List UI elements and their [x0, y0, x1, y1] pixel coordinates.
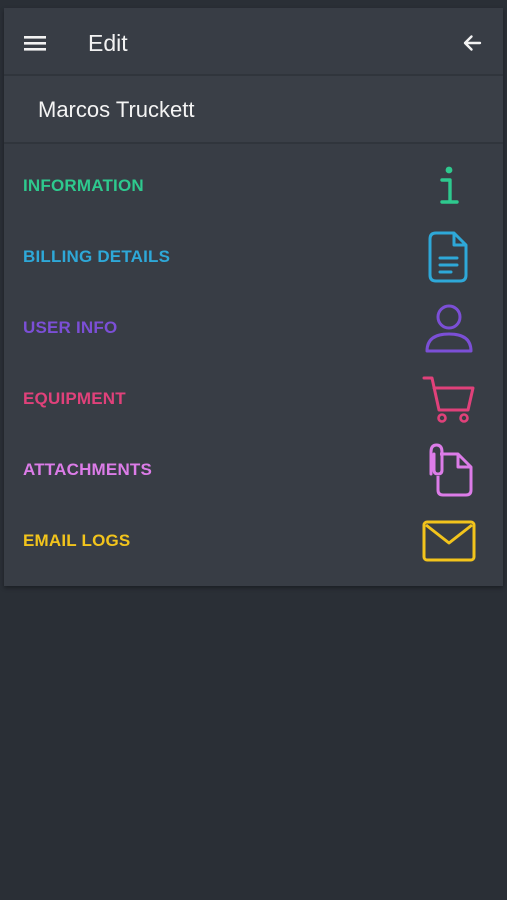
- attachment-icon: [429, 443, 473, 497]
- menu-button[interactable]: [22, 30, 48, 56]
- screen: Edit Marcos Truckett INFORMATION BILLING…: [0, 0, 507, 900]
- document-icon: [428, 231, 468, 283]
- nav-item-information[interactable]: INFORMATION: [4, 150, 503, 221]
- page-title: Edit: [88, 30, 128, 56]
- nav-item-label: INFORMATION: [23, 176, 144, 195]
- back-button[interactable]: [459, 30, 485, 56]
- nav-item-label: EQUIPMENT: [23, 389, 126, 408]
- nav-list: INFORMATION BILLING DETAILS USER INFO EQ…: [4, 144, 503, 576]
- nav-item-equipment[interactable]: EQUIPMENT: [4, 363, 503, 434]
- nav-item-label: BILLING DETAILS: [23, 247, 171, 266]
- nav-item-label: ATTACHMENTS: [23, 460, 153, 479]
- envelope-icon: [422, 520, 476, 562]
- user-icon: [425, 304, 473, 353]
- user-row: Marcos Truckett: [4, 76, 503, 144]
- cart-icon: [422, 376, 475, 423]
- arrow-left-icon: [463, 35, 482, 51]
- nav-item-label: USER INFO: [23, 318, 118, 337]
- info-icon: [440, 166, 459, 204]
- user-name: Marcos Truckett: [38, 97, 195, 122]
- hamburger-menu-icon: [24, 36, 46, 51]
- nav-item-label: EMAIL LOGS: [23, 531, 131, 550]
- nav-item-billing-details[interactable]: BILLING DETAILS: [4, 221, 503, 292]
- nav-item-attachments[interactable]: ATTACHMENTS: [4, 434, 503, 505]
- app-bar: Edit: [4, 8, 503, 76]
- nav-item-user-info[interactable]: USER INFO: [4, 292, 503, 363]
- nav-item-email-logs[interactable]: EMAIL LOGS: [4, 505, 503, 576]
- edit-panel: Edit Marcos Truckett INFORMATION BILLING…: [4, 8, 503, 586]
